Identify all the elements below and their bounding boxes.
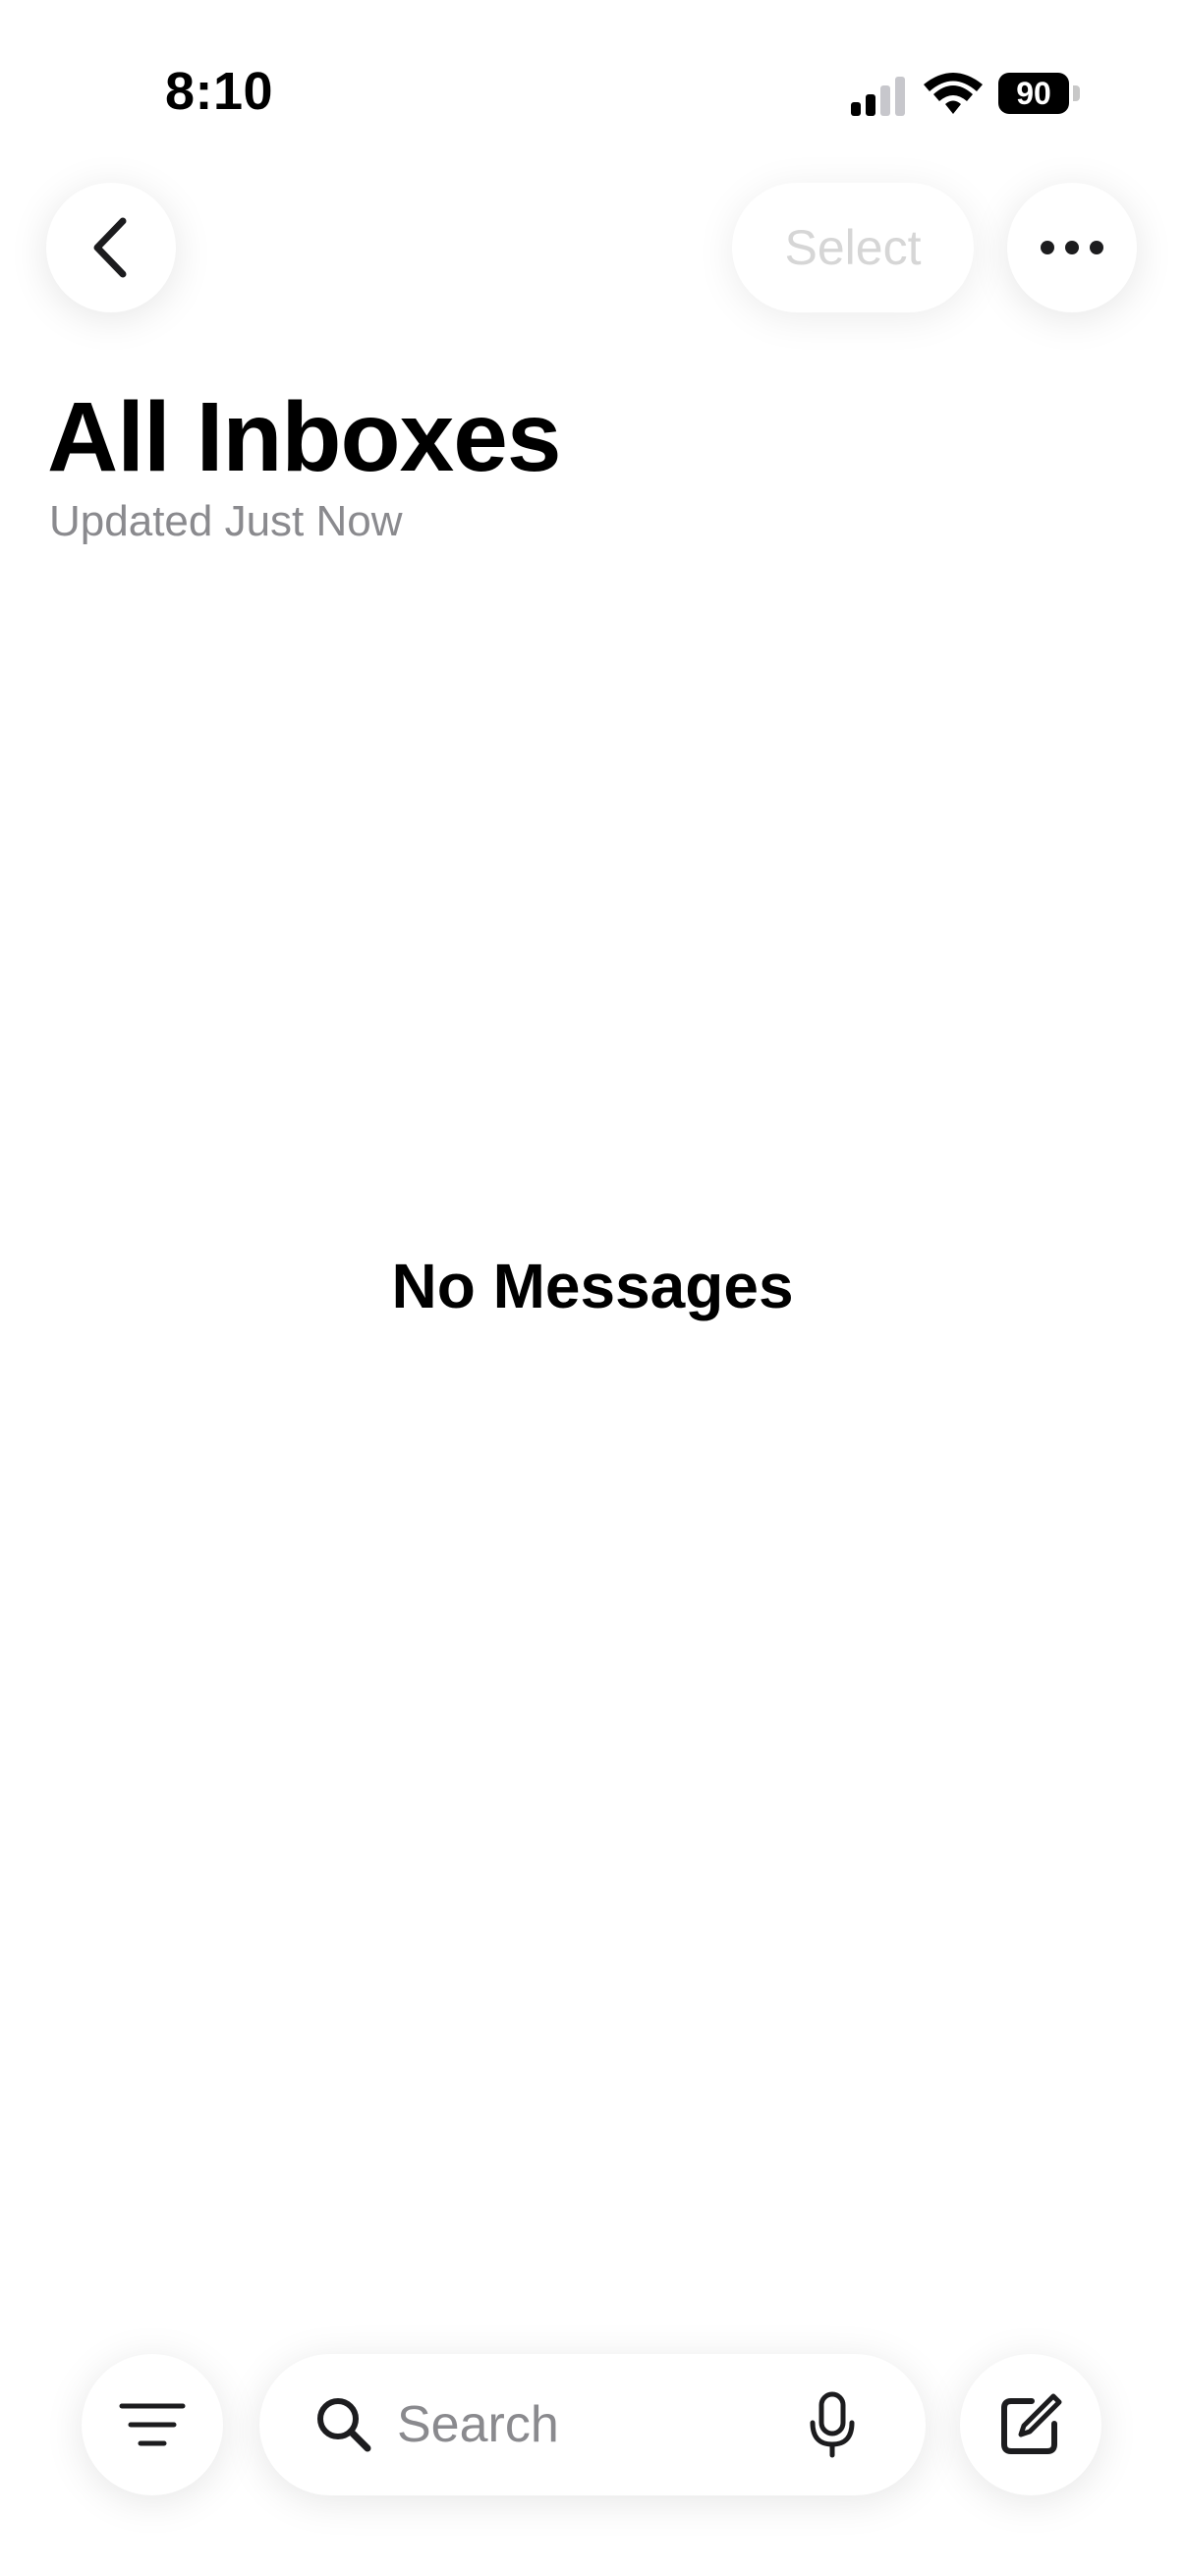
search-icon	[317, 2398, 371, 2452]
update-status: Updated Just Now	[49, 497, 403, 545]
status-time: 8:10	[165, 62, 274, 121]
compose-button[interactable]	[960, 2354, 1101, 2495]
more-options-button[interactable]	[1007, 183, 1137, 312]
chevron-left-icon	[93, 217, 127, 278]
select-button[interactable]: Select	[732, 183, 974, 312]
battery-indicator: 90	[998, 73, 1081, 114]
battery-tip	[1073, 85, 1080, 101]
back-button[interactable]	[46, 183, 176, 312]
filter-icon	[119, 2403, 186, 2446]
compose-icon	[1001, 2393, 1062, 2454]
microphone-icon[interactable]	[808, 2391, 857, 2458]
wifi-icon	[924, 73, 983, 114]
search-field[interactable]: Search	[259, 2354, 926, 2495]
mail-screen: 8:10 90 Select All Inboxes Updated Just …	[0, 0, 1185, 2576]
filter-button[interactable]	[82, 2354, 223, 2495]
cellular-signal-icon	[851, 77, 905, 116]
ellipsis-icon	[1041, 241, 1103, 254]
page-title: All Inboxes	[47, 382, 561, 492]
empty-state-message: No Messages	[391, 1251, 794, 1321]
search-placeholder: Search	[397, 2396, 559, 2453]
battery-level: 90	[998, 73, 1069, 114]
